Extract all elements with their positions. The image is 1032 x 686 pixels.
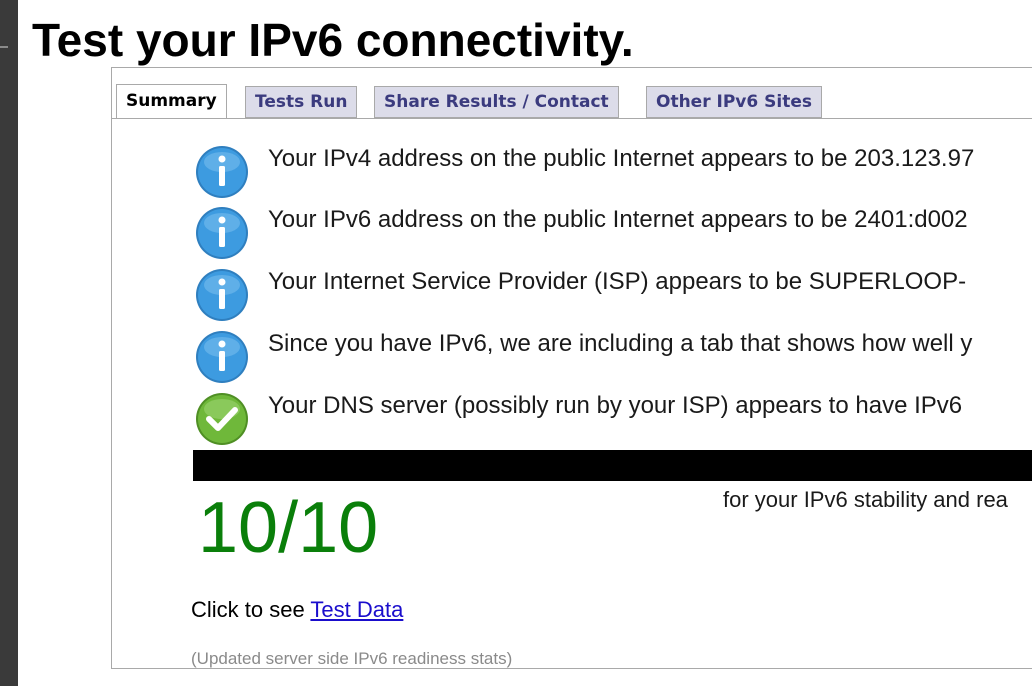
info-icon [196, 331, 248, 383]
message-text: Your IPv6 address on the public Internet… [268, 206, 968, 233]
tab-tests-run[interactable]: Tests Run [245, 86, 358, 118]
page-title: Test your IPv6 connectivity. [32, 14, 634, 66]
message-ipv6: Your IPv6 address on the public Internet… [194, 199, 1032, 259]
check-icon [196, 393, 248, 445]
score-caption: for your IPv6 stability and rea [723, 487, 1008, 512]
redaction-bar [193, 450, 1032, 481]
message-ipv4: Your IPv4 address on the public Internet… [194, 138, 1032, 198]
score-value: 10/10 [198, 488, 379, 568]
tab-share-results[interactable]: Share Results / Contact [374, 86, 619, 118]
message-text: Since you have IPv6, we are including a … [268, 330, 973, 357]
updated-stats-note: (Updated server side IPv6 readiness stat… [191, 649, 513, 668]
info-icon [196, 207, 248, 259]
tab-other-ipv6-sites[interactable]: Other IPv6 Sites [646, 86, 822, 118]
test-data-prefix: Click to see [191, 597, 311, 622]
test-data-link[interactable]: Test Data [310, 597, 403, 622]
edge-marker [0, 46, 8, 48]
info-icon [196, 269, 248, 321]
message-isp: Your Internet Service Provider (ISP) app… [194, 261, 1032, 321]
info-icon [196, 146, 248, 198]
results-panel: Summary Tests Run Share Results / Contac… [111, 67, 1032, 669]
tab-bar: Summary Tests Run Share Results / Contac… [116, 84, 1032, 119]
message-ipv6-tab: Since you have IPv6, we are including a … [194, 323, 1032, 383]
test-data-line: Click to see Test Data [191, 595, 403, 625]
tab-summary[interactable]: Summary [116, 84, 227, 119]
message-dns: Your DNS server (possibly run by your IS… [194, 385, 1032, 445]
message-text: Your Internet Service Provider (ISP) app… [268, 268, 967, 295]
window-left-edge [0, 0, 18, 686]
tab-divider [112, 118, 1032, 119]
message-text: Your IPv4 address on the public Internet… [268, 145, 975, 172]
message-text: Your DNS server (possibly run by your IS… [268, 392, 963, 419]
